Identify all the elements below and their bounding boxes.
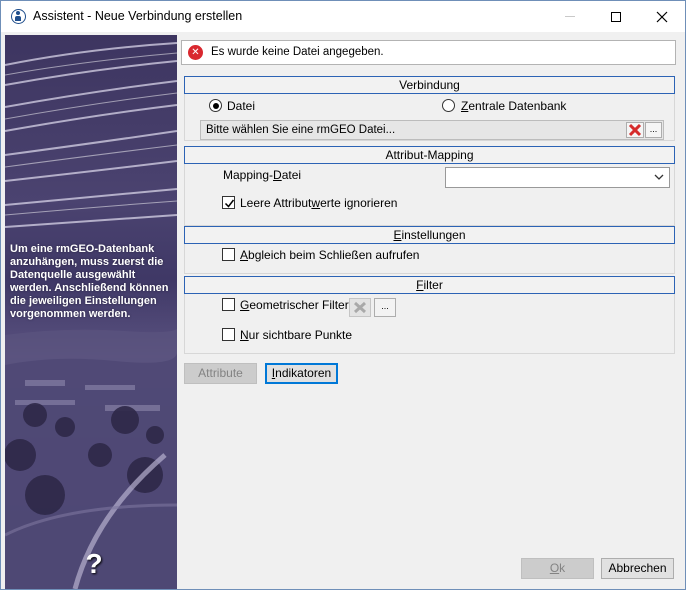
side-banner: Um eine rmGEO-Datenbank anzuhängen, muss… <box>5 35 177 589</box>
group-header-attribut-mapping: Attribut-Mapping <box>184 146 675 164</box>
assistant-icon <box>11 9 26 24</box>
dialog-window: Assistent - Neue Verbindung erstellen Um… <box>0 0 686 590</box>
mapping-file-label: Mapping-Datei <box>223 168 302 182</box>
indikatoren-button[interactable]: Indikatoren <box>265 363 338 384</box>
browse-file-button[interactable]: ... <box>645 122 662 138</box>
error-message: Es wurde keine Datei angegeben. <box>211 46 384 58</box>
group-header-einstellungen: Einstellungen <box>184 226 675 244</box>
group-header-filter: Filter <box>184 276 675 294</box>
clear-file-button[interactable] <box>626 122 644 138</box>
error-icon: ✕ <box>188 45 203 60</box>
help-icon[interactable]: ? <box>83 549 105 579</box>
content-area: ✕ Es wurde keine Datei angegeben. Verbin… <box>177 32 685 589</box>
abbrechen-button[interactable]: Abbrechen <box>601 558 674 579</box>
minimize-button[interactable] <box>547 1 593 32</box>
group-filter: Filter <box>184 276 675 354</box>
sync-on-close-label[interactable]: Abgleich beim Schließen aufrufen <box>240 248 419 262</box>
visible-points-checkbox[interactable] <box>222 328 235 341</box>
clear-filter-button[interactable] <box>349 298 371 317</box>
ignore-empty-label[interactable]: Leere Attributwerte ignorieren <box>240 196 397 210</box>
checkmark-icon <box>224 199 235 208</box>
minimize-icon <box>565 16 575 17</box>
window-title: Assistent - Neue Verbindung erstellen <box>33 9 243 23</box>
side-banner-text: Um eine rmGEO-Datenbank anzuhängen, muss… <box>10 243 169 320</box>
radio-datei[interactable] <box>209 99 222 112</box>
attribute-button[interactable]: Attribute <box>184 363 257 384</box>
chevron-down-icon <box>654 174 664 180</box>
maximize-button[interactable] <box>593 1 639 32</box>
title-bar[interactable]: Assistent - Neue Verbindung erstellen <box>1 1 685 32</box>
ignore-empty-checkbox[interactable] <box>222 196 235 209</box>
sync-on-close-checkbox[interactable] <box>222 248 235 261</box>
grey-x-icon <box>353 301 367 314</box>
visible-points-label[interactable]: Nur sichtbare Punkte <box>240 328 352 342</box>
maximize-icon <box>611 11 621 22</box>
error-message-bar: ✕ Es wurde keine Datei angegeben. <box>181 40 676 65</box>
radio-datei-label[interactable]: Datei <box>227 99 255 113</box>
mapping-file-combobox[interactable] <box>445 167 670 188</box>
geometric-filter-label[interactable]: Geometrischer Filter <box>240 298 349 312</box>
radio-zentrale-datenbank[interactable] <box>442 99 455 112</box>
radio-zentrale-label[interactable]: Zentrale Datenbank <box>461 99 566 113</box>
close-button[interactable] <box>639 1 685 32</box>
close-icon <box>656 11 668 22</box>
group-header-verbindung: Verbindung <box>184 76 675 94</box>
radio-zentrale-label-rest: entrale Datenbank <box>468 99 567 113</box>
browse-filter-button[interactable]: ... <box>374 298 396 317</box>
geometric-filter-checkbox[interactable] <box>222 298 235 311</box>
ok-button[interactable]: Ok <box>521 558 594 579</box>
file-path-field[interactable]: Bitte wählen Sie eine rmGEO Datei... ... <box>200 120 664 140</box>
red-x-icon <box>628 123 642 137</box>
file-path-placeholder: Bitte wählen Sie eine rmGEO Datei... <box>206 124 396 136</box>
